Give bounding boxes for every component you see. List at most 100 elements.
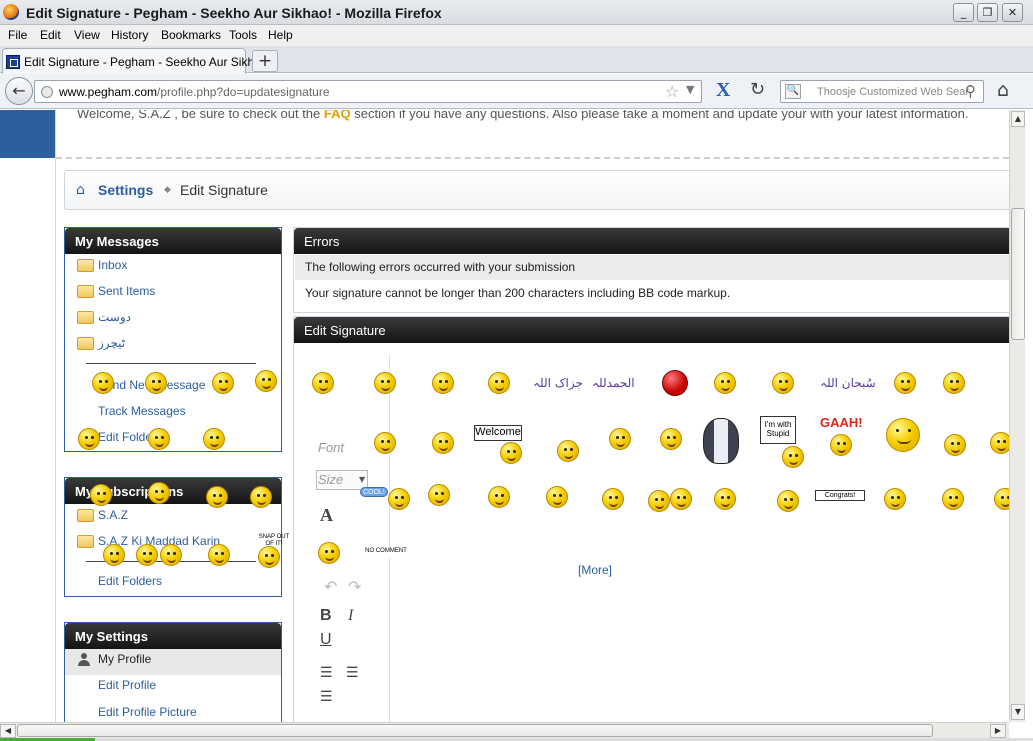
smiley-icon[interactable] xyxy=(943,372,965,394)
bold-button[interactable]: B xyxy=(320,607,332,625)
folder-saz[interactable]: S.A.Z xyxy=(65,505,281,531)
text-color-icon[interactable]: A xyxy=(320,505,333,526)
smiley-icon[interactable] xyxy=(990,432,1009,454)
url-text[interactable]: www.pegham.com/profile.php?do=updatesign… xyxy=(59,85,330,99)
more-smilies-link[interactable]: [More] xyxy=(578,563,612,577)
with-stupid-smiley[interactable]: I'm with Stupid xyxy=(760,416,796,444)
smiley-icon[interactable] xyxy=(250,486,272,508)
menu-tools[interactable]: Tools xyxy=(229,28,257,42)
redo-icon[interactable]: ↷ xyxy=(348,577,361,597)
breadcrumb-settings-link[interactable]: Settings xyxy=(98,182,153,198)
smiley-icon[interactable] xyxy=(830,434,852,456)
url-dropdown-icon[interactable]: ▼ xyxy=(686,83,694,96)
gaah-smiley[interactable]: GAAH! xyxy=(820,415,863,430)
smiley-icon[interactable] xyxy=(432,432,454,454)
smiley-icon[interactable] xyxy=(208,544,230,566)
smiley-icon[interactable] xyxy=(602,488,624,510)
vertical-scrollbar[interactable]: ▲ ▼ xyxy=(1009,110,1025,722)
edit-profile-picture-link[interactable]: Edit Profile Picture xyxy=(65,702,281,722)
smiley-icon[interactable] xyxy=(714,372,736,394)
folder-dost[interactable]: دوست xyxy=(65,307,281,333)
smiley-icon[interactable] xyxy=(212,372,234,394)
smiley-icon[interactable] xyxy=(500,442,522,464)
smiley-icon[interactable] xyxy=(546,486,568,508)
smiley-icon[interactable] xyxy=(670,488,692,510)
cool-smiley[interactable]: COOL! xyxy=(360,487,388,497)
menu-bookmarks[interactable]: Bookmarks xyxy=(161,28,221,42)
url-bar[interactable]: www.pegham.com/profile.php?do=updatesign… xyxy=(34,80,702,103)
folder-sent-items[interactable]: Sent Items xyxy=(65,281,281,307)
reload-icon[interactable]: ↻ xyxy=(750,79,765,100)
menu-history[interactable]: History xyxy=(111,28,148,42)
smiley-icon[interactable] xyxy=(432,372,454,394)
underline-button[interactable]: U xyxy=(320,631,332,649)
smiley-icon[interactable] xyxy=(374,432,396,454)
smiley-icon[interactable] xyxy=(206,486,228,508)
smiley-icon[interactable] xyxy=(318,542,340,564)
smiley-icon[interactable] xyxy=(255,370,277,392)
folder-teachers[interactable]: ٹیچرز xyxy=(65,333,281,359)
scroll-left-icon[interactable]: ◀ xyxy=(0,724,16,738)
new-tab-button[interactable]: + xyxy=(252,50,278,72)
search-bar[interactable]: 🔍 Thoosje Customized Web Sear ⚲ xyxy=(780,80,984,103)
smiley-icon[interactable] xyxy=(312,372,334,394)
search-engine-icon[interactable]: 🔍 xyxy=(785,84,801,99)
font-select[interactable]: Font xyxy=(318,440,344,455)
vertical-scroll-thumb[interactable] xyxy=(1011,208,1025,340)
track-messages-link[interactable]: Track Messages xyxy=(65,401,281,427)
horizontal-scroll-thumb[interactable] xyxy=(17,724,933,737)
tab-edit-signature[interactable]: Edit Signature - Pegham - Seekho Aur Sik… xyxy=(2,48,271,74)
penguin-smiley-icon[interactable] xyxy=(703,418,739,464)
smiley-icon[interactable] xyxy=(782,446,804,468)
devil-smiley-icon[interactable] xyxy=(662,370,688,396)
alhamdulillah-smiley[interactable]: الحمدللہ xyxy=(592,376,635,390)
scroll-right-icon[interactable]: ▶ xyxy=(990,724,1006,738)
congrats-smiley[interactable]: Congrats! xyxy=(815,490,865,501)
smiley-icon[interactable] xyxy=(136,544,158,566)
search-go-icon[interactable]: ⚲ xyxy=(965,82,976,100)
scroll-down-icon[interactable]: ▼ xyxy=(1011,704,1025,720)
edit-profile-link[interactable]: Edit Profile xyxy=(65,675,281,701)
smiley-icon[interactable] xyxy=(714,488,736,510)
folder-inbox[interactable]: Inbox xyxy=(65,255,281,281)
minimize-button[interactable]: _ xyxy=(953,3,974,22)
faq-link[interactable]: FAQ xyxy=(324,110,351,121)
home-icon[interactable]: ⌂ xyxy=(997,79,1009,101)
welcome-sign-smiley[interactable]: Welcome xyxy=(474,425,522,441)
smiley-icon[interactable] xyxy=(92,372,114,394)
smiley-icon[interactable] xyxy=(388,488,410,510)
subscriptions-edit-folders-link[interactable]: Edit Folders xyxy=(65,571,281,597)
smiley-icon[interactable] xyxy=(203,428,225,450)
smiley-icon[interactable] xyxy=(148,428,170,450)
jazak-allah-smiley[interactable]: جزاک اللہ xyxy=(533,376,583,390)
smiley-icon[interactable] xyxy=(103,544,125,566)
smiley-icon[interactable] xyxy=(488,372,510,394)
subhanallah-smiley[interactable]: سُبحان اللہ xyxy=(820,376,876,390)
smiley-icon[interactable] xyxy=(944,434,966,456)
smiley-icon[interactable] xyxy=(258,546,280,568)
smiley-icon[interactable] xyxy=(145,372,167,394)
menu-file[interactable]: File xyxy=(8,28,27,42)
align-center-icon[interactable]: ☰ xyxy=(346,665,359,682)
smiley-icon[interactable] xyxy=(609,428,631,450)
align-right-icon[interactable]: ☰ xyxy=(320,689,333,706)
smiley-icon[interactable] xyxy=(488,486,510,508)
menu-help[interactable]: Help xyxy=(268,28,293,42)
menu-edit[interactable]: Edit xyxy=(40,28,61,42)
scroll-up-icon[interactable]: ▲ xyxy=(1011,111,1025,127)
smiley-icon[interactable] xyxy=(374,372,396,394)
snap-out-smiley[interactable]: SNAP OUT OF IT! xyxy=(254,534,294,548)
smiley-icon[interactable] xyxy=(148,482,170,504)
maximize-button[interactable]: ❐ xyxy=(977,3,998,22)
back-button[interactable]: ← xyxy=(5,77,33,105)
menu-view[interactable]: View xyxy=(74,28,100,42)
smiley-icon[interactable] xyxy=(942,488,964,510)
undo-icon[interactable]: ↶ xyxy=(324,577,337,597)
no-comment-smiley[interactable]: NO COMMENT xyxy=(358,547,414,558)
smiley-icon[interactable] xyxy=(994,488,1009,510)
smiley-icon[interactable] xyxy=(772,372,794,394)
smiley-icon[interactable] xyxy=(557,440,579,462)
breadcrumb-home-icon[interactable]: ⌂ xyxy=(76,182,85,198)
smiley-icon[interactable] xyxy=(884,488,906,510)
x-toolbar-icon[interactable]: X xyxy=(716,79,730,102)
